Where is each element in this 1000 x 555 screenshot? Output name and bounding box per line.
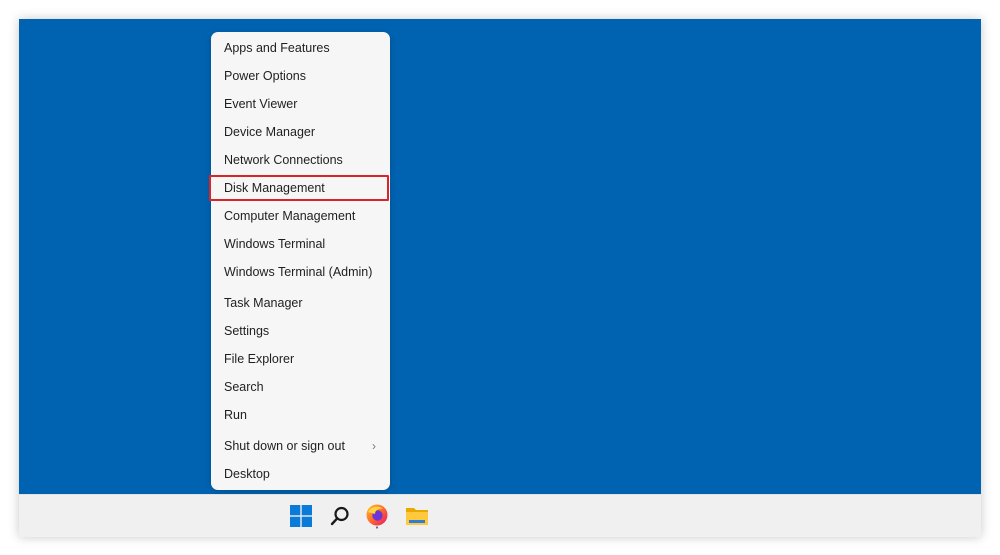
menu-item-label: Task Manager [224,296,303,310]
menu-item-label: File Explorer [224,352,295,366]
file-explorer-icon[interactable] [403,502,431,530]
menu-item-label: Settings [224,324,270,338]
menu-item-power-options[interactable]: Power Options [211,63,390,89]
menu-item-run[interactable]: Run [211,402,390,428]
menu-item-label: Windows Terminal [224,237,326,251]
menu-item-label: Computer Management [224,209,356,223]
menu-item-label: Run [224,408,247,422]
windows-start-icon[interactable] [287,502,315,530]
menu-item-label: Device Manager [224,125,316,139]
menu-item-windows-terminal[interactable]: Windows Terminal [211,231,390,257]
winx-context-menu: Apps and Features Power Options Event Vi… [209,32,390,490]
menu-item-disk-management[interactable]: Disk Management [211,175,390,201]
menu-item-file-explorer[interactable]: File Explorer [211,346,390,372]
menu-item-task-manager[interactable]: Task Manager [211,290,390,316]
menu-item-event-viewer[interactable]: Event Viewer [211,91,390,117]
menu-item-label: Windows Terminal (Admin) [224,265,373,279]
menu-item-label: Apps and Features [224,41,330,55]
menu-item-label: Power Options [224,69,306,83]
menu-item-search[interactable]: Search [211,374,390,400]
menu-item-network-connections[interactable]: Network Connections [211,147,390,173]
menu-item-label: Event Viewer [224,97,298,111]
screenshot-frame: Apps and Features Power Options Event Vi… [19,19,981,537]
chevron-right-icon: › [372,439,376,453]
menu-item-label: Network Connections [224,153,343,167]
firefox-icon[interactable] [363,502,391,530]
taskbar [19,494,981,537]
menu-item-computer-management[interactable]: Computer Management [211,203,390,229]
desktop[interactable] [19,19,981,494]
menu-item-label: Shut down or sign out [224,439,345,453]
menu-item-device-manager[interactable]: Device Manager [211,119,390,145]
menu-item-windows-terminal-admin[interactable]: Windows Terminal (Admin) [211,259,390,285]
menu-item-label: Desktop [224,467,270,481]
menu-item-shut-down-or-sign-out[interactable]: Shut down or sign out › [211,433,390,459]
menu-item-desktop[interactable]: Desktop [211,461,390,487]
menu-item-label: Disk Management [224,181,325,195]
menu-item-apps-and-features[interactable]: Apps and Features [211,35,390,61]
menu-item-label: Search [224,380,264,394]
search-icon[interactable] [326,502,354,530]
menu-item-settings[interactable]: Settings [211,318,390,344]
